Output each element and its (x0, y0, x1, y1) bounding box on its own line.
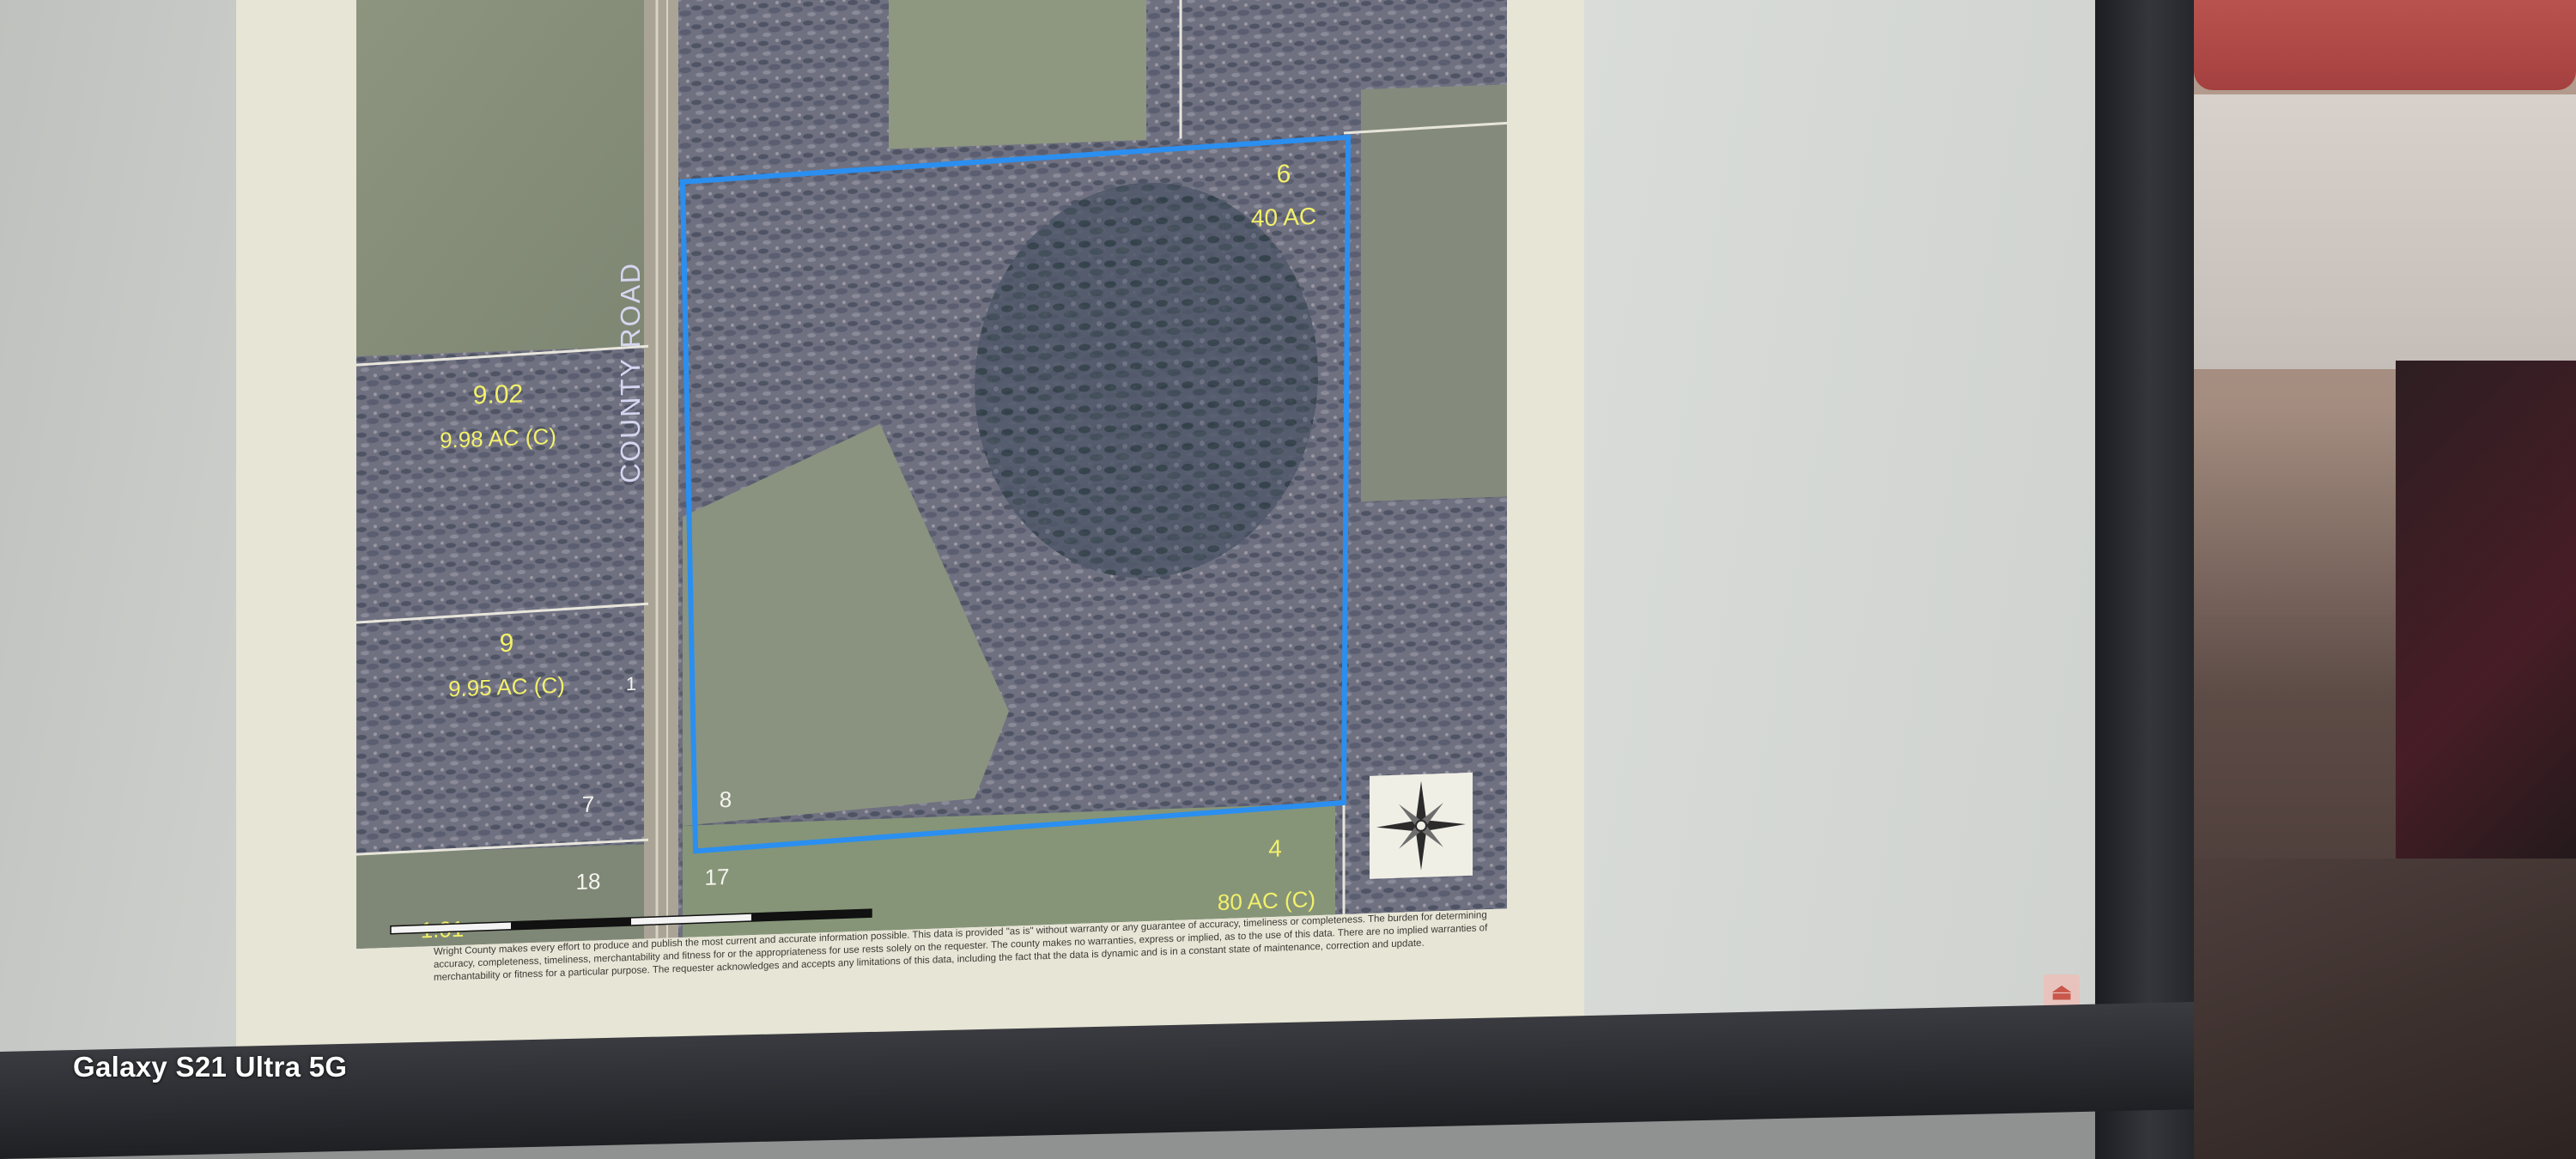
parcel-7-number: 7 (582, 791, 594, 816)
road-label: COUNTY ROAD (615, 261, 646, 483)
field-nw (356, 0, 648, 357)
compass-rose-icon (1370, 772, 1473, 879)
background-shelf (2194, 94, 2576, 369)
parcel-17-number: 17 (705, 864, 730, 890)
background-red-object (2194, 0, 2576, 90)
camera-watermark: Galaxy S21 Ultra 5G (73, 1051, 348, 1083)
parcel-6-number: 6 (1277, 160, 1291, 189)
parcel-8-number: 8 (720, 786, 732, 812)
aerial-parcel-map: 6 40 AC 9.02 9.98 AC (C) 9 9.95 AC (C) 4… (356, 0, 1507, 950)
pdf-page: 6 40 AC 9.02 9.98 AC (C) 9 9.95 AC (C) 4… (236, 0, 1584, 1107)
acrobat-pdf-icon[interactable]: ⏏ (2044, 974, 2080, 1009)
monitor-screen: 6 40 AC 9.02 9.98 AC (C) 9 9.95 AC (C) 4… (0, 0, 2099, 1107)
monitor-bezel (2095, 0, 2194, 1159)
parcel-18-number: 18 (576, 868, 601, 895)
parcel-1-number: 1 (626, 673, 636, 695)
parcel-9.02-number: 9.02 (473, 379, 523, 410)
background-floor (2194, 859, 2576, 1159)
parcel-4-number: 4 (1268, 834, 1282, 862)
parcel-9-number: 9 (500, 629, 514, 658)
parcel-6-acres: 40 AC (1251, 203, 1316, 232)
county-road (644, 0, 678, 939)
field-ne (1361, 84, 1507, 502)
background-dark-item (2396, 361, 2576, 859)
parcel-4-acres: 80 AC (C) (1218, 886, 1315, 915)
field-north (889, 0, 1146, 149)
parcel-9.02-acres: 9.98 AC (C) (440, 423, 556, 453)
parcel-9-acres: 9.95 AC (C) (448, 672, 565, 702)
